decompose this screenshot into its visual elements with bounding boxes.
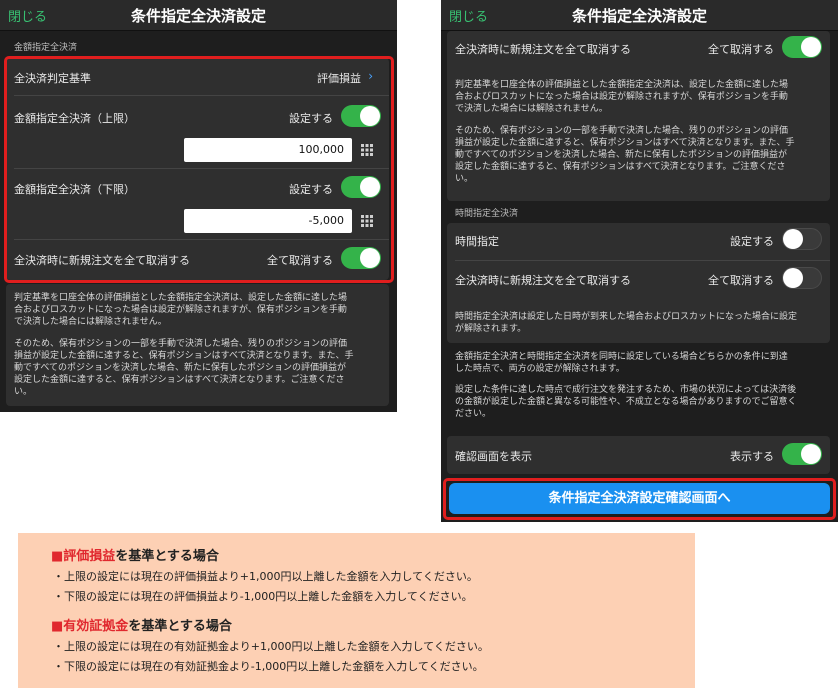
info-line: ・下限の設定には現在の有効証拠金より-1,000円以上離した金額を入力してくださ…: [53, 660, 484, 673]
cancel-orders-top-toggle[interactable]: [782, 36, 822, 58]
left-screen: 閉じる 条件指定全決済設定 金額指定全決済 全決済判定基準 評価損益 › 金額指…: [0, 0, 397, 412]
info-heading-pl: ■評価損益を基準とする場合: [51, 545, 219, 564]
note-text: 設定した条件に達した時点で成行注文を発注するため、市場の状況によっては決済後 の金…: [455, 385, 797, 419]
cancel-orders-time-toggle-label: 全て取消する: [708, 274, 774, 287]
time-toggle[interactable]: [782, 228, 822, 250]
toggle-knob: [783, 229, 803, 249]
info-panel: ■評価損益を基準とする場合 ・上限の設定には現在の評価損益より+1,000円以上…: [18, 533, 695, 688]
right-header: 閉じる 条件指定全決済設定: [441, 0, 838, 31]
square-icon: ■: [51, 619, 64, 634]
cancel-orders-top-toggle-label: 全て取消する: [708, 43, 774, 56]
right-note-card: 全決済時に新規注文を全て取消する 全て取消する 判定基準を口座全体の評価損益とし…: [447, 31, 830, 201]
cancel-orders-time-row: 全決済時に新規注文を全て取消する 全て取消する: [447, 264, 830, 294]
confirm-display-toggle-label: 表示する: [730, 450, 774, 463]
heading-rest: を基準とする場合: [115, 549, 219, 564]
time-settings-card: 時間指定 設定する 全決済時に新規注文を全て取消する 全て取消する 時間指定全決…: [447, 223, 830, 343]
toggle-knob: [783, 268, 803, 288]
time-label: 時間指定: [455, 235, 499, 248]
note-text: そのため、保有ポジションの一部を手動で決済した場合、残りのポジションの評価 損益が…: [14, 339, 354, 397]
left-header: 閉じる 条件指定全決済設定: [0, 0, 397, 31]
note-text: 時間指定全決済は設定した日時が到来した場合およびロスカットになった場合に設定 が解…: [455, 312, 798, 334]
keyword: 評価損益: [63, 549, 116, 564]
left-note-card: 判定基準を口座全体の評価損益とした金額指定全決済は、設定した金額に達した場 合およ…: [6, 284, 389, 406]
heading-rest: を基準とする場合: [128, 619, 232, 634]
square-icon: ■: [51, 549, 64, 564]
time-row: 時間指定 設定する: [447, 225, 830, 255]
right-page-title: 条件指定全決済設定: [571, 7, 707, 25]
toggle-knob: [801, 37, 821, 57]
right-screen: 閉じる 条件指定全決済設定 全決済時に新規注文を全て取消する 全て取消する 判定…: [441, 0, 838, 522]
info-line: ・上限の設定には現在の有効証拠金より+1,000円以上離した金額を入力してくださ…: [53, 640, 489, 653]
cancel-orders-time-toggle[interactable]: [782, 267, 822, 289]
confirm-screen-button[interactable]: 条件指定全決済設定確認画面へ: [449, 483, 830, 514]
confirm-display-card: 確認画面を表示 表示する: [447, 436, 830, 474]
time-toggle-label: 設定する: [730, 235, 774, 248]
confirm-display-toggle[interactable]: [782, 443, 822, 465]
info-line: ・上限の設定には現在の評価損益より+1,000円以上離した金額を入力してください…: [53, 570, 478, 583]
note-text: 金額指定全決済と時間指定全決済を同時に設定している場合どちらかの条件に到達 した時…: [455, 352, 788, 374]
info-line: ・下限の設定には現在の評価損益より-1,000円以上離した金額を入力してください…: [53, 590, 473, 603]
note-text: そのため、保有ポジションの一部を手動で決済した場合、残りのポジションの評価 損益が…: [455, 126, 795, 184]
keyword: 有効証拠金: [63, 619, 129, 634]
note-text: 判定基準を口座全体の評価損益とした金額指定全決済は、設定した金額に達した場 合およ…: [455, 80, 789, 114]
cancel-orders-top-row: 全決済時に新規注文を全て取消する 全て取消する: [447, 33, 830, 63]
toggle-knob: [801, 444, 821, 464]
cancel-orders-time-label: 全決済時に新規注文を全て取消する: [455, 274, 631, 287]
time-section-label: 時間指定全決済: [455, 209, 519, 219]
highlight-frame: [4, 56, 394, 283]
confirm-display-row: 確認画面を表示 表示する: [447, 440, 830, 470]
left-page-title: 条件指定全決済設定: [130, 7, 266, 25]
confirm-display-label: 確認画面を表示: [455, 450, 532, 463]
cancel-orders-top-label: 全決済時に新規注文を全て取消する: [455, 43, 631, 56]
info-heading-margin: ■有効証拠金を基準とする場合: [51, 615, 232, 634]
divider: [455, 260, 830, 261]
amount-section-label: 金額指定全決済: [14, 43, 78, 53]
note-text: 判定基準を口座全体の評価損益とした金額指定全決済は、設定した金額に達した場 合およ…: [14, 293, 348, 327]
